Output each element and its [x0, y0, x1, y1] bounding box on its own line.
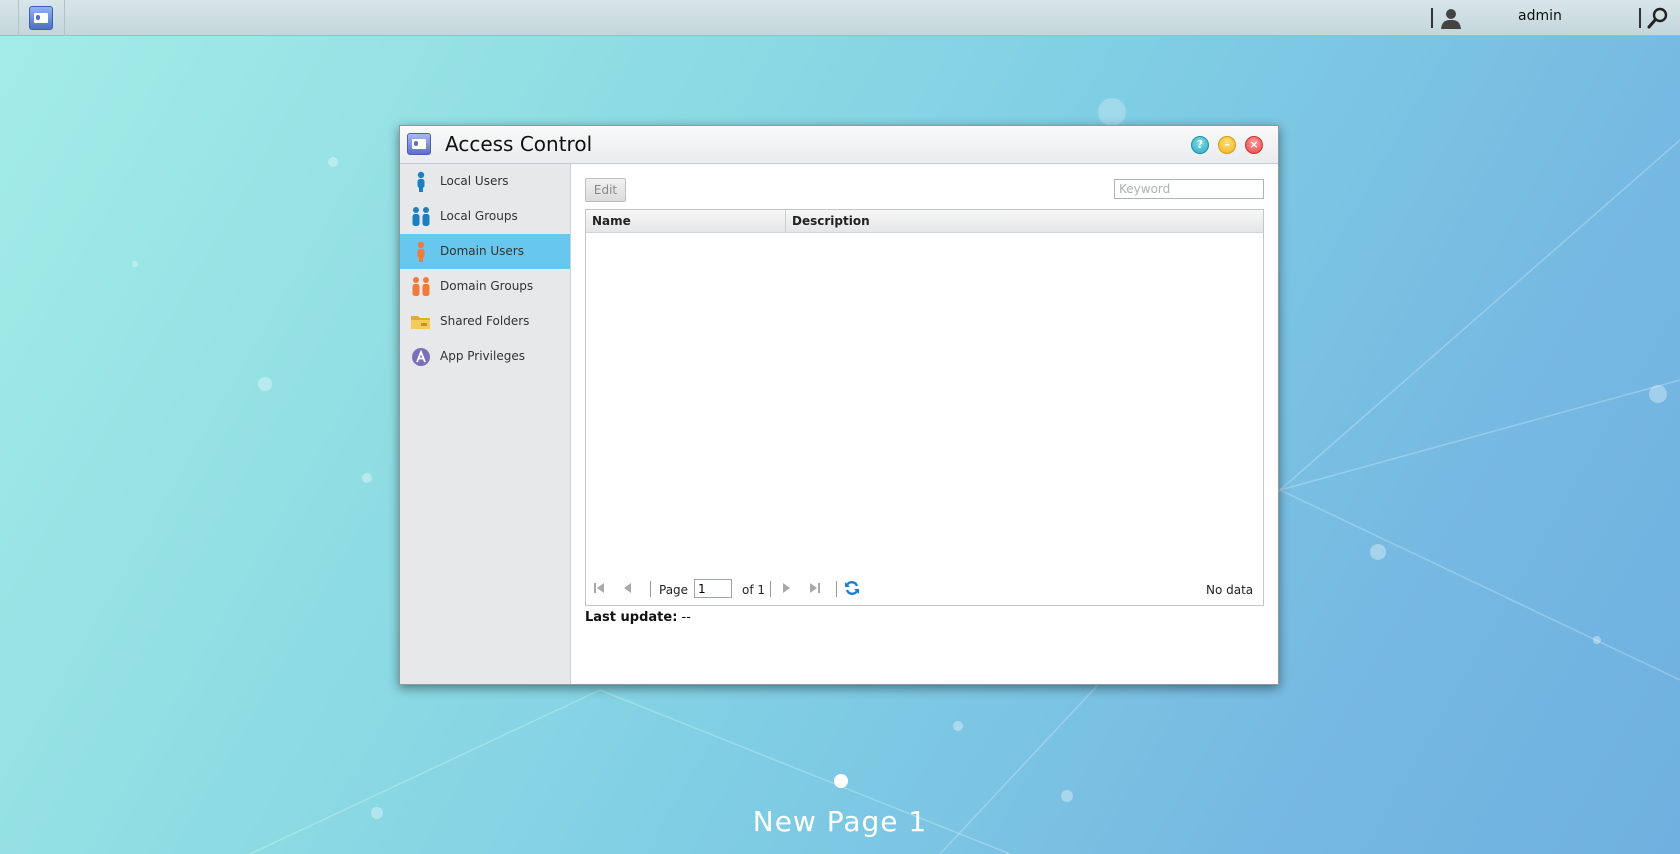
taskbar-divider — [64, 0, 65, 36]
taskbar-divider — [1431, 8, 1433, 28]
minimize-icon: – — [1224, 138, 1230, 151]
pager-divider — [650, 581, 651, 597]
local-group-icon — [412, 207, 430, 226]
taskbar-divider — [18, 0, 19, 36]
user-silhouette-icon[interactable] — [1440, 7, 1462, 29]
page-label: Page — [659, 583, 689, 597]
domain-user-icon — [417, 241, 425, 262]
username-label[interactable]: admin — [1518, 8, 1562, 24]
refresh-icon[interactable] — [844, 580, 860, 596]
sidebar-item-label: Local Users — [440, 174, 509, 188]
column-header-description[interactable]: Description — [792, 214, 870, 228]
help-icon: ? — [1196, 138, 1204, 151]
next-page-icon[interactable] — [779, 581, 793, 595]
taskbar-divider — [1639, 8, 1641, 28]
taskbar-access-control-icon[interactable] — [29, 6, 53, 30]
sidebar-item-label: Shared Folders — [440, 314, 530, 328]
first-page-icon[interactable] — [592, 581, 606, 595]
page-count-label: of 1 — [742, 583, 766, 597]
help-button[interactable]: ? — [1191, 136, 1209, 154]
no-data-status: No data — [1206, 583, 1254, 597]
previous-page-icon[interactable] — [621, 581, 635, 595]
shared-folder-icon — [411, 316, 430, 329]
pagination-bar: Page of 1 No data — [586, 571, 1263, 605]
window-title-bar[interactable]: Access Control ? – × — [400, 126, 1278, 164]
sidebar-item-local-groups[interactable]: Local Groups — [400, 199, 570, 234]
close-icon: × — [1249, 138, 1259, 151]
sidebar-item-shared-folders[interactable]: Shared Folders — [400, 304, 570, 339]
edit-button[interactable]: Edit — [585, 178, 626, 202]
domain-users-table: Name Description Page of 1 — [585, 209, 1264, 606]
page-number-input[interactable] — [694, 579, 732, 598]
sidebar-item-domain-users[interactable]: Domain Users — [400, 234, 570, 269]
desktop-page-indicator[interactable] — [834, 774, 848, 788]
access-control-window: Access Control ? – × Local Users Local G… — [399, 125, 1279, 685]
local-user-icon — [417, 171, 425, 192]
column-divider[interactable] — [785, 210, 786, 232]
access-control-icon — [407, 133, 431, 155]
table-header: Name Description — [586, 210, 1263, 233]
last-update-label: Last update: — [585, 610, 678, 625]
column-header-name[interactable]: Name — [592, 214, 631, 228]
close-button[interactable]: × — [1245, 136, 1263, 154]
last-page-icon[interactable] — [808, 581, 822, 595]
desktop-page-name: New Page 1 — [752, 805, 928, 838]
sidebar: Local Users Local Groups Domain Users Do… — [400, 164, 571, 684]
last-update-text: Last update: -- — [585, 610, 691, 625]
sidebar-item-label: Local Groups — [440, 209, 518, 223]
sidebar-item-local-users[interactable]: Local Users — [400, 164, 570, 199]
sidebar-item-label: App Privileges — [440, 349, 525, 363]
domain-group-icon — [412, 277, 430, 296]
sidebar-item-domain-groups[interactable]: Domain Groups — [400, 269, 570, 304]
window-title: Access Control — [445, 132, 593, 156]
sidebar-item-label: Domain Groups — [440, 279, 534, 293]
app-privilege-icon — [412, 348, 430, 366]
search-icon[interactable] — [1647, 7, 1669, 29]
pager-divider — [836, 581, 837, 597]
sidebar-item-app-privileges[interactable]: App Privileges — [400, 339, 570, 374]
pager-divider — [770, 581, 771, 597]
sidebar-item-label: Domain Users — [440, 244, 524, 258]
last-update-value: -- — [681, 610, 691, 625]
minimize-button[interactable]: – — [1218, 136, 1236, 154]
keyword-search-input[interactable] — [1114, 179, 1264, 199]
taskbar: admin — [0, 0, 1680, 36]
